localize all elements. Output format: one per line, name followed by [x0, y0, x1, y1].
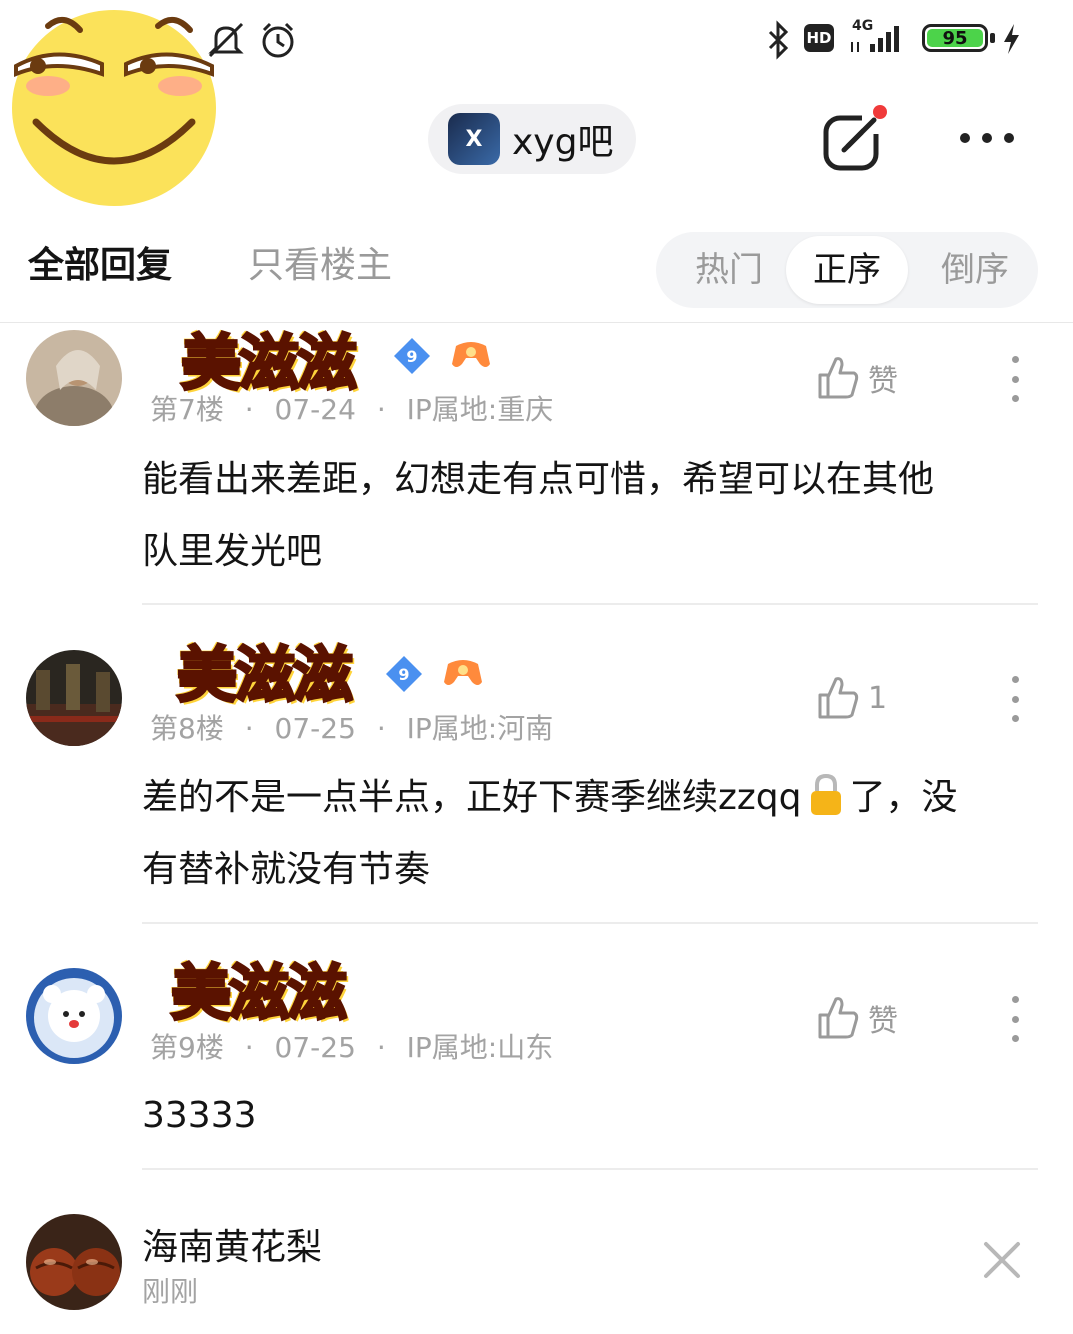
reply-time: 刚刚: [142, 1275, 199, 1308]
post-date: 07-24: [274, 393, 356, 426]
alarm-icon: [262, 22, 294, 58]
avatar[interactable]: [26, 650, 122, 746]
post-body: 差的不是一点半点，正好下赛季继续zzqq 了，没 有替补就没有节奏: [142, 762, 1042, 906]
post-body-text: 了，没: [849, 777, 958, 818]
battery-nub: [990, 33, 995, 43]
post-divider: [142, 1168, 1038, 1170]
signal-icon: [851, 26, 899, 52]
close-icon[interactable]: [982, 1240, 1022, 1280]
avatar[interactable]: [26, 330, 122, 426]
dot: [1011, 1035, 1019, 1042]
post-body-line: 队里发光吧: [142, 531, 323, 572]
svg-text:9: 9: [398, 665, 409, 684]
sort-ascending[interactable]: 正序: [786, 236, 908, 304]
battery-icon: 95: [922, 24, 988, 52]
like-button[interactable]: 赞: [816, 994, 898, 1042]
user-name-sticker[interactable]: 美滋滋: [152, 318, 384, 400]
dot: [982, 133, 992, 143]
lock-emoji-icon: [810, 773, 841, 815]
forum-name: xyg吧: [512, 122, 614, 163]
meta-separator: ·: [244, 712, 254, 745]
gamepad-badge-icon: [444, 660, 482, 685]
dot: [1011, 695, 1019, 703]
dot: [1011, 996, 1019, 1003]
level-badge-icon: 9: [394, 338, 430, 374]
battery-level: 95: [927, 28, 983, 49]
thumbs-up-icon: [818, 677, 859, 719]
post-date: 07-25: [274, 1031, 356, 1064]
dot: [1011, 715, 1019, 722]
sort-descending[interactable]: 倒序: [914, 232, 1036, 308]
meta-separator: ·: [244, 1031, 254, 1064]
like-button[interactable]: 1: [816, 674, 887, 722]
floor-number: 第9楼: [150, 1031, 224, 1064]
forum-title-pill[interactable]: X xyg吧: [428, 104, 636, 174]
dot: [1011, 395, 1019, 402]
like-label: 赞: [868, 364, 898, 399]
level-badge-icon: 9: [386, 656, 422, 692]
post-meta: 第9楼 · 07-25 · IP属地:山东: [150, 1026, 553, 1066]
hd-icon: HD: [804, 24, 834, 52]
post-divider: [142, 603, 1038, 605]
tab-owner-only[interactable]: 只看楼主: [248, 236, 392, 288]
post-divider: [142, 922, 1038, 924]
post-meta: 第8楼 · 07-25 · IP属地:河南: [150, 707, 553, 747]
more-options-button[interactable]: [952, 118, 1022, 158]
meta-separator: ·: [376, 712, 386, 745]
reply-user-name: 海南黄花梨: [142, 1227, 323, 1268]
post-body-line: 33333: [142, 1095, 257, 1136]
charging-icon: [1004, 24, 1019, 54]
post-more-button[interactable]: [1010, 996, 1020, 1042]
dot: [960, 133, 970, 143]
reply-avatar[interactable]: [26, 1214, 122, 1310]
post-more-button[interactable]: [1010, 676, 1020, 722]
tab-all-replies[interactable]: 全部回复: [28, 236, 172, 288]
like-button[interactable]: 赞: [816, 354, 898, 402]
smirk-emoji-sticker: [12, 10, 216, 206]
user-name-sticker[interactable]: 美滋滋: [148, 630, 380, 712]
avatar[interactable]: [26, 968, 122, 1064]
user-name-sticker[interactable]: 美滋滋: [142, 948, 374, 1030]
thumbs-up-icon: [818, 997, 859, 1039]
meta-separator: ·: [244, 393, 254, 426]
ip-location: IP属地:山东: [406, 1031, 554, 1064]
ip-location: IP属地:河南: [406, 712, 554, 745]
dot: [1011, 356, 1019, 363]
sort-hot[interactable]: 热门: [668, 232, 790, 308]
post-body: 能看出来差距，幻想走有点可惜，希望可以在其他 队里发光吧: [142, 444, 1022, 588]
dot: [1011, 1015, 1019, 1023]
sort-segmented-control: 热门 正序 倒序: [656, 232, 1038, 308]
post-body-line: 能看出来差距，幻想走有点可惜，希望可以在其他: [142, 459, 935, 500]
post-more-button[interactable]: [1010, 356, 1020, 402]
bluetooth-icon: [768, 20, 789, 60]
post-body-text: 差的不是一点半点，正好下赛季继续zzqq: [142, 777, 802, 818]
svg-text:9: 9: [406, 347, 417, 366]
post-body-line: 差的不是一点半点，正好下赛季继续zzqq 了，没: [142, 762, 1042, 834]
forum-logo: X: [448, 113, 500, 165]
post-body: 33333: [142, 1080, 1022, 1152]
dot: [1011, 676, 1019, 683]
meta-separator: ·: [376, 1031, 386, 1064]
like-label: 赞: [868, 1004, 898, 1039]
ip-location: IP属地:重庆: [406, 393, 554, 426]
post-meta: 第7楼 · 07-24 · IP属地:重庆: [150, 388, 553, 428]
dot: [1004, 133, 1014, 143]
post-date: 07-25: [274, 712, 356, 745]
floor-number: 第8楼: [150, 712, 224, 745]
thumbs-up-icon: [818, 357, 859, 399]
floor-number: 第7楼: [150, 393, 224, 426]
post-body-line: 有替补就没有节奏: [142, 849, 431, 890]
gamepad-badge-icon: [452, 342, 490, 367]
dot: [1011, 375, 1019, 383]
meta-separator: ·: [376, 393, 386, 426]
like-count: 1: [868, 680, 888, 716]
compose-icon[interactable]: [818, 104, 890, 176]
